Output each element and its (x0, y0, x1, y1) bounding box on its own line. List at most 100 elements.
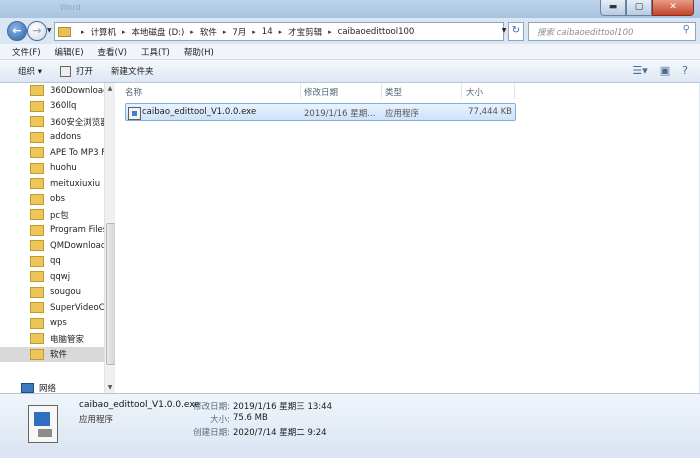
explorer-window: Word ▬ ▢ ✕ ← → ▼ ▸ 计算机 ▸ 本地磁盘 (D:) ▸ 软件 … (0, 0, 700, 458)
nav-item[interactable]: qqwj (0, 269, 104, 284)
details-size-value: 75.6 MB (233, 413, 268, 423)
new-folder-button[interactable]: 新建文件夹 (111, 65, 154, 77)
menu-tools[interactable]: 工具(T) (141, 46, 170, 58)
breadcrumb-item[interactable]: 本地磁盘 (D:) (132, 26, 185, 38)
view-controls: ☰▾ ▣ ? (632, 64, 688, 77)
nav-item[interactable]: 电脑管家 (0, 331, 104, 346)
column-name[interactable]: 名称 (125, 86, 142, 98)
nav-item[interactable]: pc包 (0, 207, 104, 222)
folder-icon (30, 271, 44, 282)
nav-item[interactable]: Program Files (0, 223, 104, 238)
organize-button[interactable]: 组织 ▾ (18, 65, 42, 77)
menu-view[interactable]: 查看(V) (98, 46, 127, 58)
folder-icon (30, 240, 44, 251)
file-list-pane[interactable]: 名称 修改日期 类型 大小 caibao_edittool_V1.0.0.exe… (115, 83, 699, 393)
folder-icon (30, 85, 44, 96)
nav-item[interactable]: 360llq (0, 99, 104, 114)
chevron-right-icon[interactable]: ▸ (81, 28, 85, 36)
address-bar[interactable]: ▸ 计算机 ▸ 本地磁盘 (D:) ▸ 软件 ▸ 7月 ▸ 14 ▸ 才宝剪辑 … (54, 22, 504, 41)
nav-scrollbar[interactable]: ▲ ▼ (104, 83, 116, 393)
nav-item[interactable]: obs (0, 192, 104, 207)
folder-icon (58, 26, 71, 37)
column-divider[interactable] (514, 83, 515, 99)
breadcrumb-item[interactable]: 软件 (200, 26, 217, 38)
nav-item-label: 360llq (50, 101, 77, 111)
title-bar[interactable]: Word ▬ ▢ ✕ (0, 0, 700, 18)
maximize-button[interactable]: ▢ (626, 0, 652, 16)
breadcrumb-item[interactable]: 7月 (232, 26, 246, 38)
folder-icon (30, 255, 44, 267)
column-date[interactable]: 修改日期 (304, 86, 338, 98)
nav-item[interactable]: sougou (0, 285, 104, 300)
nav-item-label: 电脑管家 (50, 334, 85, 345)
column-divider[interactable] (461, 83, 462, 99)
nav-item-label: SuperVideoCa (50, 302, 104, 313)
forward-button[interactable]: → (27, 21, 47, 41)
breadcrumb-item[interactable]: caibaoedittool100 (338, 27, 415, 37)
chevron-right-icon[interactable]: ▸ (190, 28, 194, 36)
column-divider[interactable] (300, 83, 301, 99)
search-icon[interactable]: ⚲ (683, 24, 690, 35)
nav-item[interactable]: wps (0, 316, 104, 331)
nav-item[interactable]: QMDownload (0, 238, 104, 253)
nav-item-label: huohu (50, 163, 77, 173)
menu-bar: 文件(F) 编辑(E) 查看(V) 工具(T) 帮助(H) (0, 44, 700, 60)
nav-item[interactable]: 360安全浏览器 (0, 114, 104, 129)
details-file-type: 应用程序 (79, 415, 114, 425)
view-options-icon[interactable]: ☰▾ (632, 64, 647, 77)
menu-help[interactable]: 帮助(H) (184, 46, 214, 58)
folder-icon (30, 317, 44, 329)
nav-item[interactable]: huohu (0, 161, 104, 176)
exe-file-icon (22, 405, 62, 445)
nav-item[interactable]: meituxiuxiu (0, 176, 104, 191)
file-size: 77,444 KB (468, 107, 512, 117)
column-headers: 名称 修改日期 类型 大小 (115, 83, 699, 99)
breadcrumb-item[interactable]: 14 (262, 27, 273, 37)
history-dropdown-icon[interactable]: ▼ (47, 27, 52, 34)
scroll-down-icon[interactable]: ▼ (106, 384, 114, 391)
nav-item[interactable]: 360Download (0, 83, 104, 98)
app-icon (59, 65, 71, 77)
nav-item-label: 360安全浏览器 (50, 117, 104, 128)
file-row-selected[interactable]: caibao_edittool_V1.0.0.exe 2019/1/16 星期.… (125, 103, 516, 121)
back-button[interactable]: ← (7, 21, 27, 41)
folder-icon (30, 302, 44, 313)
open-button[interactable]: 打开 (59, 65, 93, 77)
nav-item-label: wps (50, 318, 67, 328)
help-icon[interactable]: ? (682, 64, 688, 77)
nav-item-label: 360Download (50, 85, 104, 96)
nav-item-label: meituxiuxiu (50, 178, 101, 189)
close-button[interactable]: ✕ (652, 0, 694, 16)
chevron-right-icon[interactable]: ▸ (252, 28, 256, 36)
chevron-right-icon[interactable]: ▸ (328, 28, 332, 36)
nav-item[interactable]: SuperVideoCa (0, 300, 104, 315)
column-type[interactable]: 类型 (385, 86, 402, 98)
command-bar: 组织 ▾ 打开 新建文件夹 ☰▾ ▣ ? (0, 60, 700, 83)
file-name: caibao_edittool_V1.0.0.exe (142, 107, 257, 117)
window-controls: ▬ ▢ ✕ (600, 0, 694, 16)
chevron-right-icon[interactable]: ▸ (223, 28, 227, 36)
breadcrumb-item[interactable]: 计算机 (91, 26, 117, 38)
nav-item[interactable]: addons (0, 130, 104, 145)
chevron-right-icon[interactable]: ▸ (122, 28, 126, 36)
search-input[interactable]: 搜索 caibaoedittool100 ⚲ (528, 22, 696, 41)
search-placeholder: 搜索 caibaoedittool100 (537, 28, 634, 38)
folder-icon (30, 286, 44, 298)
nav-item-label: qq (50, 256, 61, 266)
column-divider[interactable] (381, 83, 382, 99)
column-size[interactable]: 大小 (466, 86, 483, 98)
menu-file[interactable]: 文件(F) (12, 46, 41, 58)
minimize-button[interactable]: ▬ (600, 0, 626, 16)
nav-item-label: Program Files (50, 225, 104, 235)
nav-item-selected[interactable]: 软件 (0, 346, 104, 362)
menu-edit[interactable]: 编辑(E) (55, 46, 84, 58)
nav-item[interactable]: APE To MP3 F (0, 145, 104, 160)
chevron-right-icon[interactable]: ▸ (279, 28, 283, 36)
scroll-up-icon[interactable]: ▲ (106, 85, 114, 92)
breadcrumb-item[interactable]: 才宝剪辑 (288, 26, 322, 38)
nav-item-label: addons (50, 132, 82, 142)
nav-item[interactable]: qq (0, 254, 104, 269)
refresh-button[interactable]: ↻ (508, 22, 524, 41)
nav-item-label: QMDownload (50, 240, 104, 251)
preview-pane-icon[interactable]: ▣ (660, 64, 670, 77)
